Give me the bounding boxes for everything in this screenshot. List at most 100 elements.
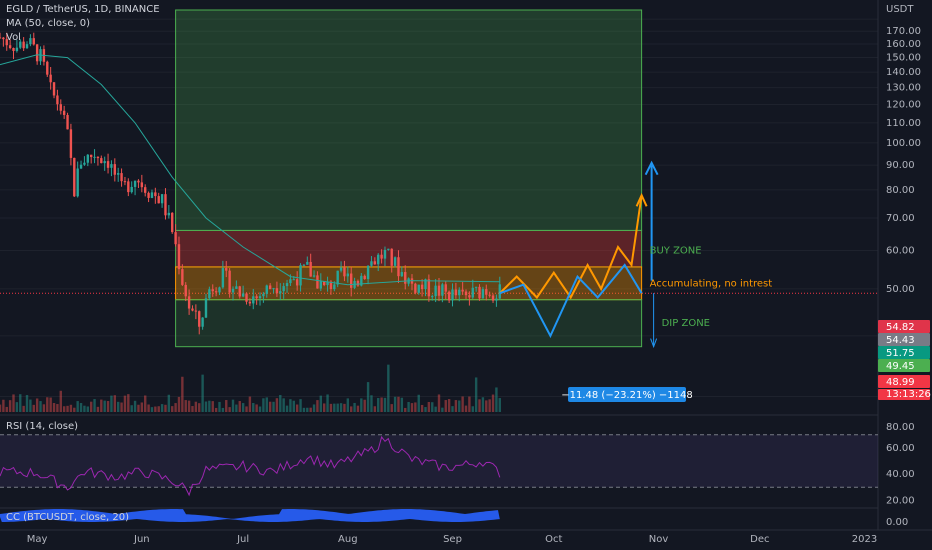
- candle: [164, 194, 167, 216]
- price-tags: 54.82 54.43 51.75 49.45 48.9913:13:26: [878, 320, 931, 400]
- volume-bar: [410, 403, 414, 412]
- chart-canvas[interactable]: USDT 170.00 160.00 150.00 140.00 130.00 120.00…: [0, 0, 932, 550]
- candle: [59, 104, 62, 111]
- candle: [306, 261, 309, 265]
- volume-bar: [191, 406, 194, 412]
- volume-bar: [235, 404, 238, 412]
- volume-bar: [478, 399, 481, 412]
- candle: [89, 154, 93, 158]
- candle: [485, 289, 488, 295]
- volume-bar: [306, 407, 309, 412]
- volume-bar: [52, 402, 56, 412]
- volume-bar: [370, 395, 373, 412]
- rsi-legend[interactable]: RSI (14, close): [6, 421, 78, 432]
- volume-bar: [390, 404, 393, 412]
- price-tick-label: 80.00: [886, 185, 915, 196]
- price-tick-label: 150.00: [886, 53, 921, 64]
- price-axis[interactable]: USDT 170.00 160.00 150.00 140.00 130.00 120.00…: [886, 4, 921, 528]
- volume-bar: [113, 395, 117, 412]
- candle: [248, 301, 252, 304]
- volume-bar: [103, 400, 106, 412]
- candle: [160, 194, 164, 204]
- ma-legend[interactable]: MA (50, close, 0): [6, 18, 90, 29]
- candle: [79, 164, 83, 169]
- volume-bar: [137, 404, 140, 412]
- candle: [387, 248, 390, 250]
- candle: [279, 291, 282, 294]
- candle: [488, 294, 491, 296]
- candle: [336, 270, 339, 285]
- volume-bar: [201, 374, 204, 412]
- volume-bar: [353, 402, 356, 412]
- volume-bar: [275, 398, 279, 412]
- rsi-tick-label: 80.00: [886, 422, 915, 433]
- volume-bar: [174, 403, 177, 412]
- time-axis[interactable]: May Jun Jul Aug Sep Oct Nov Dec 2023: [27, 534, 877, 545]
- vol-legend[interactable]: Vol: [6, 32, 21, 43]
- time-tick-label: Oct: [545, 534, 562, 545]
- symbol-legend[interactable]: EGLD / TetherUS, 1D, BINANCE: [6, 4, 160, 15]
- price-tag-label: 51.75: [886, 348, 915, 359]
- candle: [289, 279, 292, 284]
- volume-bar: [258, 406, 262, 412]
- volume-bar: [167, 394, 171, 412]
- candle: [52, 82, 56, 96]
- candle: [241, 293, 245, 297]
- volume-bar: [123, 395, 127, 412]
- volume-bar: [100, 399, 103, 412]
- candle: [133, 180, 137, 187]
- candle: [123, 181, 127, 183]
- volume-bar: [289, 399, 292, 412]
- volume-bar: [336, 403, 339, 412]
- candle: [46, 61, 49, 75]
- candle: [420, 284, 424, 290]
- candle: [471, 287, 474, 298]
- volume-bar: [130, 405, 133, 412]
- volume-bar: [404, 407, 407, 412]
- volume-bar: [464, 405, 468, 412]
- volume-bar: [485, 400, 488, 412]
- candle: [302, 264, 306, 266]
- candle: [393, 257, 397, 266]
- candle: [154, 192, 157, 197]
- volume-bar: [49, 397, 52, 412]
- volume-bar: [171, 406, 174, 412]
- candle: [35, 44, 39, 62]
- time-tick-label: Dec: [750, 534, 769, 545]
- candle: [343, 267, 346, 277]
- volume-bar: [228, 407, 231, 412]
- cc-legend[interactable]: CC (BTCUSDT, close, 20): [6, 512, 129, 523]
- candle: [464, 291, 468, 296]
- volume-bar: [238, 401, 241, 412]
- candle: [76, 168, 79, 197]
- volume-bar: [377, 398, 380, 412]
- volume-bar: [221, 407, 225, 412]
- volume-bar: [154, 406, 157, 412]
- volume-bar: [62, 406, 66, 412]
- candle: [198, 311, 201, 327]
- volume-bar: [380, 397, 383, 412]
- dip-zone-label: DIP ZONE: [662, 318, 710, 329]
- candle: [491, 295, 495, 301]
- candle: [113, 164, 117, 175]
- volume-bar: [225, 400, 228, 412]
- volume-bar: [5, 406, 8, 412]
- volume-bar: [69, 404, 73, 412]
- candle: [390, 248, 393, 266]
- candle: [431, 296, 434, 298]
- volume-bar: [282, 398, 285, 412]
- candle: [221, 268, 225, 288]
- price-tag-label: 13:13:26: [886, 389, 931, 400]
- volume-bar: [414, 402, 417, 412]
- volume-bar: [400, 397, 404, 412]
- price-tick-label: 110.00: [886, 118, 921, 129]
- candle: [66, 114, 69, 130]
- volume-bar: [454, 400, 458, 412]
- candle: [29, 38, 32, 45]
- candle: [339, 267, 343, 271]
- volume-bar: [495, 387, 498, 412]
- candle: [383, 249, 387, 259]
- volume-bar: [76, 401, 79, 412]
- volume-bar: [356, 405, 360, 412]
- volume-bar: [184, 400, 187, 412]
